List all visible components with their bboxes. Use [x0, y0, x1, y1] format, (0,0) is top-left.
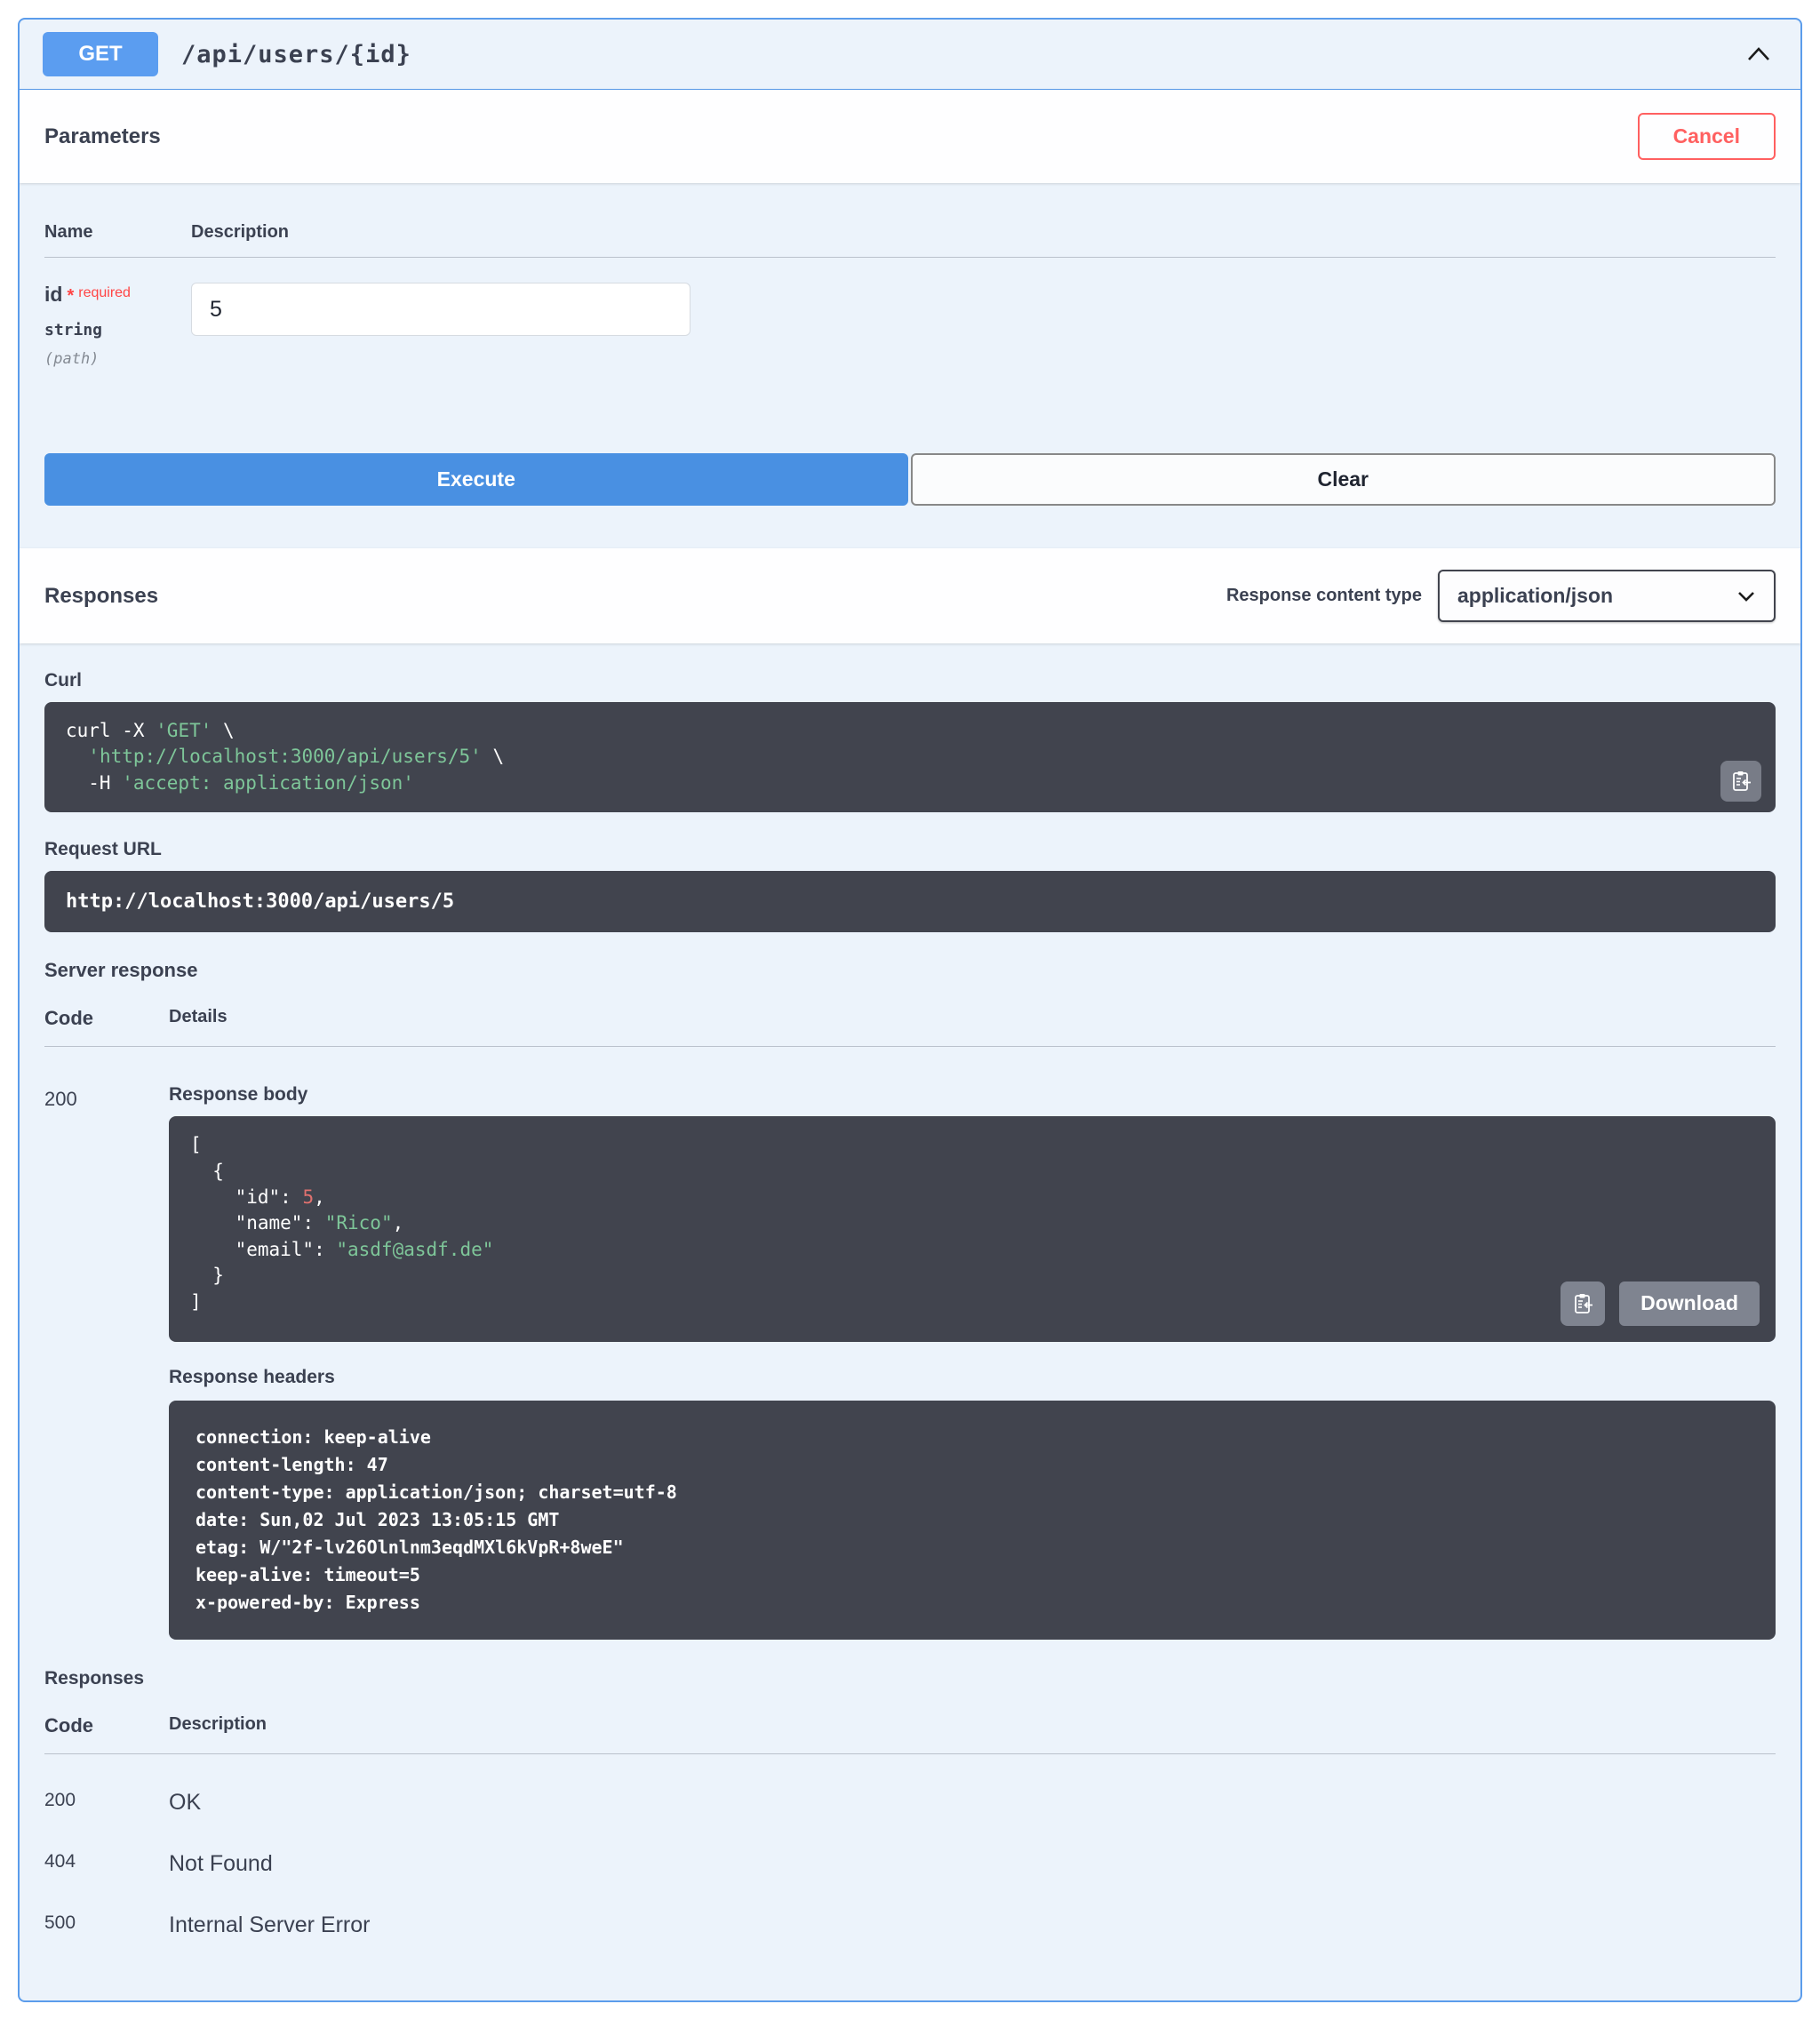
cancel-button[interactable]: Cancel: [1637, 113, 1776, 160]
response-header-line: content-length: 47: [196, 1453, 388, 1475]
response-doc-row: 500 Internal Server Error: [44, 1912, 1776, 1938]
json-token: ]: [190, 1290, 202, 1313]
response-body-block: [ { "id": 5, "name": "Rico", "email": "a…: [169, 1116, 1776, 1342]
responses-doc-table-header: Code Description: [44, 1714, 1776, 1754]
required-label: required: [78, 285, 131, 300]
response-description: Internal Server Error: [169, 1912, 371, 1937]
clipboard-copy-icon: [1729, 770, 1752, 793]
response-content-type-label: Response content type: [1225, 586, 1422, 605]
description-column-header: Description: [169, 1713, 267, 1734]
execute-button[interactable]: Execute: [44, 453, 908, 506]
live-response-row: 200 Response body [ { "id": 5, "name": "…: [44, 1084, 1776, 1640]
request-url-label: Request URL: [44, 839, 162, 860]
curl-token: \: [212, 720, 235, 741]
json-token: 5: [302, 1186, 315, 1208]
json-token: "asdf@asdf.de": [336, 1238, 494, 1260]
json-token: "email": [190, 1238, 315, 1260]
collapse-button[interactable]: [1740, 39, 1777, 69]
response-content-type-value: application/json: [1457, 584, 1614, 607]
json-token: ,: [392, 1212, 404, 1234]
operation-block-get-users-id: GET /api/users/{id} Parameters Cancel Na…: [18, 18, 1802, 2002]
details-column-header: Details: [169, 1007, 228, 1027]
curl-command-block: curl -X 'GET' \ 'http://localhost:3000/a…: [44, 702, 1776, 813]
curl-token: 'accept: application/json': [122, 771, 414, 794]
response-doc-row: 200 OK: [44, 1790, 1776, 1816]
responses-doc-section: Responses Code Description 200 OK 404 No…: [44, 1668, 1776, 2000]
clipboard-copy-icon: [1571, 1292, 1594, 1315]
required-star: *: [67, 286, 75, 306]
response-header-line: content-type: application/json; charset=…: [196, 1481, 677, 1503]
endpoint-path: /api/users/{id}: [181, 40, 411, 68]
parameters-table-header: Name Description: [44, 183, 1776, 258]
copy-response-button[interactable]: [1561, 1281, 1606, 1326]
parameter-value-cell: [191, 283, 690, 368]
curl-token: -H: [66, 771, 123, 794]
download-button[interactable]: Download: [1619, 1281, 1760, 1326]
chevron-up-icon: [1745, 44, 1772, 64]
parameter-row-id: id * required string (path): [44, 258, 1776, 368]
response-headers-label: Response headers: [169, 1366, 335, 1387]
json-token: "name": [190, 1212, 303, 1234]
json-token: "Rico": [324, 1212, 393, 1234]
response-content-type-select[interactable]: application/json: [1438, 570, 1776, 622]
json-token: [: [190, 1134, 202, 1156]
response-code: 500: [44, 1912, 76, 1933]
chevron-down-icon: [1736, 590, 1756, 603]
json-token: }: [190, 1265, 224, 1287]
response-description: Not Found: [169, 1850, 273, 1876]
parameter-location: (path): [44, 350, 100, 368]
responses-section-header: Responses Response content type applicat…: [20, 548, 1800, 643]
parameters-title: Parameters: [44, 124, 161, 148]
server-response-table-header: Code Details: [44, 1007, 1776, 1048]
responses-doc-title: Responses: [44, 1667, 145, 1689]
response-doc-row: 404 Not Found: [44, 1851, 1776, 1877]
curl-token: [66, 746, 88, 767]
response-header-line: keep-alive: timeout=5: [196, 1563, 420, 1585]
curl-token: 'http://localhost:3000/api/users/5': [88, 746, 482, 768]
parameter-meta: id * required string (path): [44, 283, 191, 368]
operation-summary-header[interactable]: GET /api/users/{id}: [20, 20, 1800, 90]
name-column-header: Name: [44, 222, 93, 242]
json-token: ,: [314, 1186, 325, 1208]
clear-button[interactable]: Clear: [910, 453, 1776, 506]
curl-token: curl -X: [66, 720, 156, 741]
request-url-block: http://localhost:3000/api/users/5: [44, 871, 1776, 933]
response-body-label: Response body: [169, 1084, 308, 1106]
response-headers-block: connection: keep-alive content-length: 4…: [169, 1400, 1776, 1640]
response-code: 200: [44, 1789, 76, 1810]
json-token: {: [190, 1160, 224, 1182]
response-body-actions: Download: [1561, 1281, 1760, 1326]
http-method-badge: GET: [43, 32, 158, 76]
response-code: 404: [44, 1850, 76, 1872]
response-content-type-wrap: Response content type application/json: [1226, 570, 1776, 622]
id-parameter-input[interactable]: [191, 283, 690, 336]
curl-token: \: [481, 746, 505, 768]
json-token: :: [280, 1186, 303, 1208]
curl-label: Curl: [44, 670, 82, 691]
request-url-value: http://localhost:3000/api/users/5: [66, 890, 455, 914]
response-header-line: etag: W/"2f-lv26Olnlnm3eqdMXl6kVpR+8weE": [196, 1536, 624, 1558]
parameters-section-header: Parameters Cancel: [20, 90, 1800, 183]
response-header-line: connection: keep-alive: [196, 1425, 431, 1448]
code-column-header: Code: [44, 1713, 93, 1737]
responses-title: Responses: [44, 583, 159, 608]
response-header-line: x-powered-by: Express: [196, 1591, 420, 1613]
responses-body: Curl curl -X 'GET' \ 'http://localhost:3…: [20, 643, 1800, 2000]
copy-curl-button[interactable]: [1720, 761, 1761, 802]
json-token: :: [314, 1238, 337, 1260]
parameter-name: id: [44, 283, 63, 306]
description-column-header: Description: [191, 222, 290, 242]
parameters-body: Name Description id * required string (pat…: [20, 183, 1800, 548]
parameter-type: string: [44, 321, 103, 339]
response-description: OK: [169, 1789, 202, 1815]
live-response-code: 200: [44, 1088, 77, 1111]
json-token: :: [302, 1212, 325, 1234]
json-token: "id": [190, 1186, 281, 1208]
code-column-header: Code: [44, 1007, 93, 1030]
curl-token: 'GET': [156, 720, 212, 741]
server-response-label: Server response: [44, 959, 198, 982]
live-response-details: Response body [ { "id": 5, "name": "Rico…: [169, 1084, 1776, 1640]
response-header-line: date: Sun,02 Jul 2023 13:05:15 GMT: [196, 1508, 560, 1530]
execute-button-row: Execute Clear: [44, 453, 1776, 506]
